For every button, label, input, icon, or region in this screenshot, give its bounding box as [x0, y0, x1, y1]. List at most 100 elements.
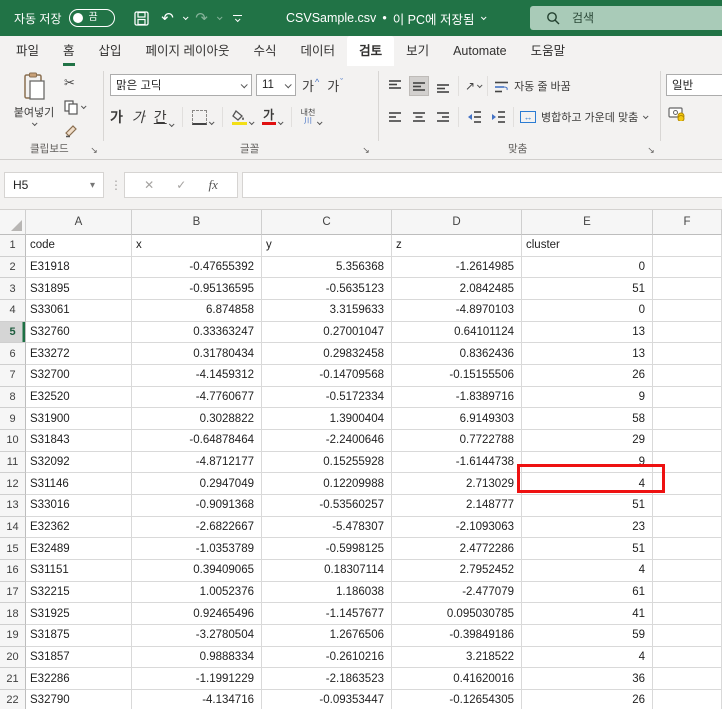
- cell-F8[interactable]: [653, 387, 722, 409]
- tab-5[interactable]: 수식: [242, 36, 289, 66]
- cell-C13[interactable]: -0.53560257: [262, 495, 392, 517]
- row-header-17[interactable]: 17: [0, 582, 26, 604]
- cell-B8[interactable]: -4.7760677: [132, 387, 262, 409]
- redo-button[interactable]: ↷: [191, 6, 213, 30]
- column-header-B[interactable]: B: [132, 210, 262, 235]
- cell-C8[interactable]: -0.5172334: [262, 387, 392, 409]
- cell-E8[interactable]: 9: [522, 387, 653, 409]
- cell-A21[interactable]: E32286: [26, 668, 132, 690]
- cell-C21[interactable]: -2.1863523: [262, 668, 392, 690]
- redo-dropdown-icon[interactable]: [216, 14, 222, 20]
- cell-D7[interactable]: -0.15155506: [392, 365, 522, 387]
- underline-button[interactable]: 간: [154, 107, 173, 127]
- cell-A4[interactable]: S33061: [26, 300, 132, 322]
- tab-6[interactable]: 데이터: [289, 36, 348, 66]
- cell-A11[interactable]: S32092: [26, 452, 132, 474]
- borders-button[interactable]: [192, 110, 213, 125]
- column-header-E[interactable]: E: [522, 210, 653, 235]
- cell-B22[interactable]: -4.134716: [132, 690, 262, 709]
- cell-B21[interactable]: -1.1991229: [132, 668, 262, 690]
- cell-A13[interactable]: S33016: [26, 495, 132, 517]
- cell-B7[interactable]: -4.1459312: [132, 365, 262, 387]
- cell-C12[interactable]: 0.12209988: [262, 473, 392, 495]
- cell-E21[interactable]: 36: [522, 668, 653, 690]
- cell-A20[interactable]: S31857: [26, 647, 132, 669]
- column-header-F[interactable]: F: [653, 210, 722, 235]
- cell-C2[interactable]: 5.356368: [262, 257, 392, 279]
- cell-A14[interactable]: E32362: [26, 517, 132, 539]
- cell-F11[interactable]: [653, 452, 722, 474]
- cell-D16[interactable]: 2.7952452: [392, 560, 522, 582]
- undo-dropdown-icon[interactable]: [182, 14, 188, 20]
- shrink-font-button[interactable]: 가ˇ: [327, 76, 343, 95]
- formula-bar-handle[interactable]: ⋮: [110, 178, 121, 192]
- cell-A19[interactable]: S31875: [26, 625, 132, 647]
- cell-E22[interactable]: 26: [522, 690, 653, 709]
- search-input[interactable]: [572, 11, 702, 25]
- cell-E4[interactable]: 0: [522, 300, 653, 322]
- cell-E18[interactable]: 41: [522, 603, 653, 625]
- row-header-6[interactable]: 6: [0, 343, 26, 365]
- cell-B17[interactable]: 1.0052376: [132, 582, 262, 604]
- cell-F20[interactable]: [653, 647, 722, 669]
- row-header-15[interactable]: 15: [0, 538, 26, 560]
- cell-F3[interactable]: [653, 278, 722, 300]
- cell-D17[interactable]: -2.477079: [392, 582, 522, 604]
- cell-F6[interactable]: [653, 343, 722, 365]
- row-header-21[interactable]: 21: [0, 668, 26, 690]
- cell-D14[interactable]: -2.1093063: [392, 517, 522, 539]
- row-header-13[interactable]: 13: [0, 495, 26, 517]
- align-left-button[interactable]: [386, 108, 404, 126]
- cell-E13[interactable]: 51: [522, 495, 653, 517]
- cell-B15[interactable]: -1.0353789: [132, 538, 262, 560]
- row-header-22[interactable]: 22: [0, 690, 26, 709]
- enter-button[interactable]: ✓: [176, 178, 186, 192]
- cell-B3[interactable]: -0.95136595: [132, 278, 262, 300]
- fill-color-button[interactable]: [232, 110, 253, 125]
- cell-A10[interactable]: S31843: [26, 430, 132, 452]
- cell-B2[interactable]: -0.47655392: [132, 257, 262, 279]
- row-header-19[interactable]: 19: [0, 625, 26, 647]
- cell-F7[interactable]: [653, 365, 722, 387]
- cell-C9[interactable]: 1.3900404: [262, 408, 392, 430]
- cell-F19[interactable]: [653, 625, 722, 647]
- cell-C1[interactable]: y: [262, 235, 392, 257]
- customize-qat-button[interactable]: [233, 15, 242, 22]
- row-header-2[interactable]: 2: [0, 257, 26, 279]
- cell-B9[interactable]: 0.3028822: [132, 408, 262, 430]
- cut-button[interactable]: ✂: [64, 74, 75, 92]
- search-box[interactable]: [530, 6, 722, 30]
- cell-D9[interactable]: 6.9149303: [392, 408, 522, 430]
- cell-E3[interactable]: 51: [522, 278, 653, 300]
- orientation-button[interactable]: ↗: [465, 79, 481, 93]
- cell-C11[interactable]: 0.15255928: [262, 452, 392, 474]
- font-name-select[interactable]: 맑은 고딕: [110, 74, 252, 96]
- cell-D12[interactable]: 2.713029: [392, 473, 522, 495]
- cell-A22[interactable]: S32790: [26, 690, 132, 709]
- cell-E5[interactable]: 13: [522, 322, 653, 344]
- cell-D5[interactable]: 0.64101124: [392, 322, 522, 344]
- cell-D13[interactable]: 2.148777: [392, 495, 522, 517]
- cell-A2[interactable]: E31918: [26, 257, 132, 279]
- font-color-button[interactable]: 가: [262, 110, 282, 125]
- cell-F16[interactable]: [653, 560, 722, 582]
- document-title[interactable]: CSVSample.csv • 이 PC에 저장됨: [286, 0, 485, 36]
- save-button[interactable]: [131, 6, 153, 30]
- cell-A5[interactable]: S32760: [26, 322, 132, 344]
- cell-A18[interactable]: S31925: [26, 603, 132, 625]
- insert-function-button[interactable]: fx: [209, 177, 218, 193]
- cell-C19[interactable]: 1.2676506: [262, 625, 392, 647]
- font-size-select[interactable]: 11: [256, 74, 296, 96]
- cell-D11[interactable]: -1.6144738: [392, 452, 522, 474]
- column-header-D[interactable]: D: [392, 210, 522, 235]
- cell-F14[interactable]: [653, 517, 722, 539]
- formula-input[interactable]: [242, 172, 722, 198]
- merge-center-button[interactable]: ↔ 병합하고 가운데 맞춤: [520, 109, 647, 125]
- cell-B18[interactable]: 0.92465496: [132, 603, 262, 625]
- cell-C14[interactable]: -5.478307: [262, 517, 392, 539]
- name-box-dropdown-icon[interactable]: ▾: [90, 180, 95, 191]
- cell-F9[interactable]: [653, 408, 722, 430]
- row-header-20[interactable]: 20: [0, 647, 26, 669]
- cell-A15[interactable]: E32489: [26, 538, 132, 560]
- accounting-format-button[interactable]: [668, 106, 686, 121]
